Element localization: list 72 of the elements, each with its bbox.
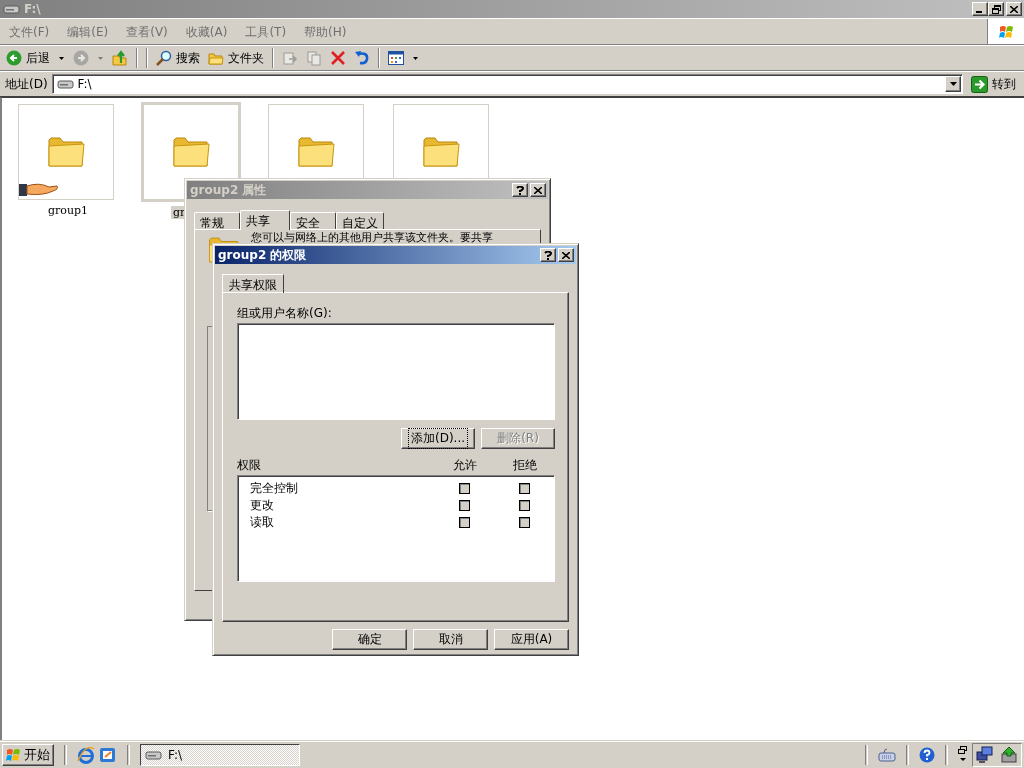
restore-button[interactable] <box>988 2 1004 16</box>
help-icon[interactable] <box>919 746 935 763</box>
address-label: 地址(D) <box>5 75 48 93</box>
window-title: F:\ <box>24 2 42 16</box>
help-icon <box>516 185 524 195</box>
search-button[interactable]: 搜索 <box>153 48 203 68</box>
file-name[interactable]: group1 <box>46 204 91 217</box>
column-header: 权限 <box>237 457 262 473</box>
close-icon <box>534 186 542 194</box>
close-icon <box>562 251 570 259</box>
caret-icon[interactable] <box>59 56 64 60</box>
windows-caret-icon[interactable] <box>958 745 968 764</box>
folder-tile[interactable] <box>18 104 114 200</box>
checkbox[interactable] <box>518 483 530 494</box>
browser-icon[interactable] <box>77 745 95 764</box>
checkbox[interactable] <box>458 483 470 494</box>
button[interactable]: 确定 <box>332 629 407 650</box>
drive-icon <box>145 748 162 761</box>
dialog-title: group2 属性 <box>190 181 268 199</box>
caret-icon[interactable] <box>413 56 418 60</box>
delete-icon[interactable] <box>330 50 346 66</box>
close-button[interactable] <box>530 183 546 197</box>
minimize-button[interactable] <box>972 2 988 16</box>
address-field[interactable]: F:\ <box>51 74 963 94</box>
back-button[interactable]: 后退 <box>3 48 53 68</box>
go-button[interactable]: 转到 <box>967 75 1022 93</box>
mail-icon[interactable] <box>99 745 117 764</box>
column-header: 允许 <box>452 457 478 473</box>
windows-flag-icon <box>6 747 21 762</box>
permission-name: 更改 <box>250 497 275 514</box>
close-button[interactable] <box>558 248 574 262</box>
drive-icon <box>56 78 74 90</box>
button[interactable]: 取消 <box>413 629 488 650</box>
folder-icon <box>208 50 224 66</box>
close-button[interactable] <box>1006 2 1022 16</box>
keyboard-icon[interactable] <box>878 747 896 762</box>
views-icon[interactable] <box>388 50 404 66</box>
tab[interactable]: 安全 <box>290 212 336 229</box>
help-button[interactable] <box>512 183 528 197</box>
checkbox[interactable] <box>518 500 530 511</box>
permission-name: 完全控制 <box>250 480 299 497</box>
network-icon[interactable] <box>976 745 994 764</box>
taskbar-button[interactable]: F:\ <box>140 743 300 766</box>
drive-icon <box>3 3 20 15</box>
network-sync-icon[interactable] <box>1000 745 1018 764</box>
description-text: 您可以与网络上的其他用户共享该文件夹。要共享 <box>251 231 493 245</box>
start-button[interactable]: 开始 <box>2 743 54 766</box>
tab[interactable]: 常规 <box>194 212 240 229</box>
restore-icon <box>991 4 1001 14</box>
users-list[interactable] <box>237 323 555 420</box>
search-icon <box>156 50 172 66</box>
checkbox[interactable] <box>458 500 470 511</box>
button[interactable]: 应用(A) <box>494 629 569 650</box>
users-label: 组或用户名称(G): <box>237 305 333 321</box>
dialog-title: group2 的权限 <box>218 246 308 264</box>
windows-flag-icon <box>998 24 1014 39</box>
folders-button[interactable]: 文件夹 <box>205 48 267 68</box>
tab[interactable]: 共享 <box>240 210 290 230</box>
close-icon <box>1010 5 1018 13</box>
checkbox[interactable] <box>518 517 530 528</box>
dropdown-button[interactable] <box>945 76 961 92</box>
undo-icon[interactable] <box>354 50 370 66</box>
go-arrow-icon <box>971 75 988 93</box>
help-icon <box>544 250 552 260</box>
tab[interactable]: 自定义 <box>336 212 384 229</box>
checkbox[interactable] <box>458 517 470 528</box>
permission-name: 读取 <box>250 514 275 531</box>
column-header: 拒绝 <box>512 457 538 473</box>
button[interactable]: 添加(D)... <box>401 428 475 449</box>
dropdown-arrow-icon <box>949 82 957 86</box>
tab[interactable]: 共享权限 <box>222 274 284 293</box>
help-button[interactable] <box>540 248 556 262</box>
